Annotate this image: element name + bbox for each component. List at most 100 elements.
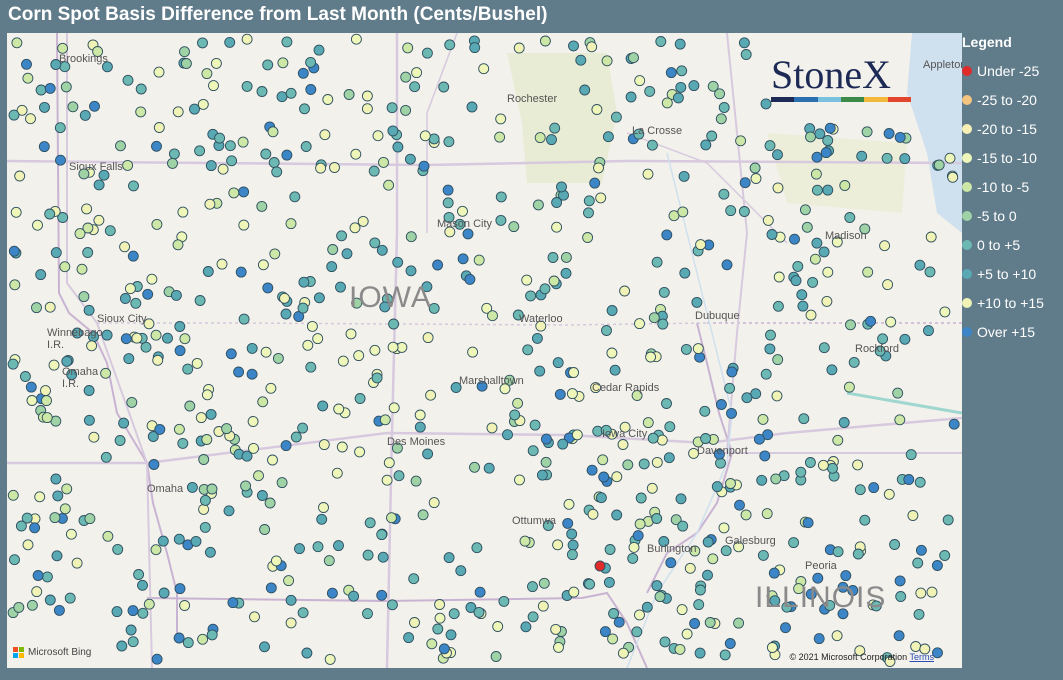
location-dot[interactable]: [560, 267, 572, 279]
location-dot[interactable]: [335, 281, 346, 293]
location-dot[interactable]: [257, 259, 269, 271]
location-dot[interactable]: [409, 81, 421, 93]
location-dot[interactable]: [804, 457, 816, 468]
location-dot[interactable]: [525, 290, 537, 302]
location-dot[interactable]: [329, 162, 340, 173]
location-dot[interactable]: [151, 218, 163, 230]
location-dot[interactable]: [442, 197, 454, 209]
location-dot[interactable]: [241, 450, 253, 462]
location-dot[interactable]: [305, 56, 317, 68]
legend-item[interactable]: -15 to -10: [962, 143, 1062, 172]
location-dot[interactable]: [483, 462, 495, 474]
location-dot[interactable]: [259, 641, 270, 653]
location-dot[interactable]: [598, 471, 610, 483]
location-dot[interactable]: [838, 417, 850, 428]
location-dot[interactable]: [201, 68, 213, 80]
location-dot[interactable]: [741, 392, 753, 404]
location-dot[interactable]: [445, 629, 457, 641]
location-dot[interactable]: [348, 590, 360, 602]
location-dot[interactable]: [677, 520, 689, 532]
location-dot[interactable]: [798, 413, 810, 425]
location-dot[interactable]: [305, 84, 317, 95]
location-dot[interactable]: [201, 434, 213, 445]
location-dot[interactable]: [912, 557, 924, 569]
location-dot[interactable]: [915, 544, 927, 556]
location-dot[interactable]: [150, 329, 162, 341]
location-dot[interactable]: [177, 437, 189, 449]
location-dot[interactable]: [695, 239, 707, 251]
location-dot[interactable]: [417, 509, 429, 521]
location-dot[interactable]: [104, 225, 116, 237]
location-dot[interactable]: [49, 512, 61, 524]
location-dot[interactable]: [547, 252, 559, 263]
location-dot[interactable]: [226, 155, 238, 167]
location-dot[interactable]: [362, 549, 374, 561]
location-dot[interactable]: [796, 289, 808, 301]
location-dot[interactable]: [514, 474, 525, 486]
location-dot[interactable]: [651, 580, 663, 592]
location-dot[interactable]: [197, 98, 209, 110]
location-dot[interactable]: [759, 450, 771, 462]
location-dot[interactable]: [257, 396, 269, 408]
location-dot[interactable]: [907, 510, 919, 521]
location-dot[interactable]: [331, 467, 343, 479]
location-dot[interactable]: [606, 347, 618, 359]
location-dot[interactable]: [316, 513, 328, 525]
location-dot[interactable]: [151, 140, 162, 152]
location-dot[interactable]: [665, 557, 677, 569]
location-dot[interactable]: [651, 456, 663, 468]
location-dot[interactable]: [899, 153, 911, 165]
location-dot[interactable]: [913, 608, 925, 620]
location-dot[interactable]: [733, 617, 745, 629]
location-dot[interactable]: [647, 432, 659, 444]
location-dot[interactable]: [513, 42, 525, 54]
location-dot[interactable]: [51, 550, 63, 562]
location-dot[interactable]: [757, 413, 769, 425]
location-dot[interactable]: [757, 549, 769, 561]
location-dot[interactable]: [142, 288, 154, 300]
location-dot[interactable]: [645, 351, 657, 363]
location-dot[interactable]: [89, 100, 100, 112]
location-dot[interactable]: [817, 459, 829, 471]
location-dot[interactable]: [824, 122, 836, 134]
location-dot[interactable]: [718, 102, 730, 113]
location-dot[interactable]: [622, 459, 634, 471]
location-dot[interactable]: [805, 309, 817, 321]
location-dot[interactable]: [146, 273, 158, 285]
location-dot[interactable]: [327, 244, 339, 255]
location-dot[interactable]: [494, 131, 506, 143]
location-dot[interactable]: [657, 318, 669, 330]
location-dot[interactable]: [298, 276, 310, 288]
location-dot[interactable]: [715, 113, 727, 125]
location-dot[interactable]: [372, 130, 384, 142]
location-dot[interactable]: [734, 499, 745, 511]
location-dot[interactable]: [60, 81, 72, 93]
location-dot[interactable]: [551, 221, 563, 233]
location-dot[interactable]: [773, 271, 785, 283]
location-dot[interactable]: [646, 482, 658, 494]
location-dot[interactable]: [168, 148, 180, 160]
location-dot[interactable]: [31, 302, 42, 314]
location-dot[interactable]: [883, 488, 895, 500]
location-dot[interactable]: [157, 535, 169, 547]
location-dot[interactable]: [112, 543, 124, 555]
location-dot[interactable]: [893, 630, 905, 642]
location-dot[interactable]: [57, 42, 69, 54]
location-dot[interactable]: [568, 586, 580, 598]
location-dot[interactable]: [271, 166, 283, 178]
location-dot[interactable]: [562, 517, 574, 529]
location-dot[interactable]: [118, 417, 130, 429]
location-dot[interactable]: [150, 544, 162, 556]
location-dot[interactable]: [241, 80, 253, 92]
location-dot[interactable]: [550, 623, 562, 635]
location-dot[interactable]: [123, 353, 135, 365]
location-dot[interactable]: [262, 282, 274, 294]
legend-item[interactable]: +5 to +10: [962, 259, 1062, 288]
legend-item[interactable]: -20 to -15: [962, 114, 1062, 143]
location-dot[interactable]: [197, 633, 209, 645]
location-dot[interactable]: [826, 364, 838, 376]
location-dot[interactable]: [76, 263, 88, 275]
location-dot[interactable]: [432, 623, 444, 635]
location-dot[interactable]: [19, 371, 31, 382]
location-dot[interactable]: [931, 560, 943, 571]
